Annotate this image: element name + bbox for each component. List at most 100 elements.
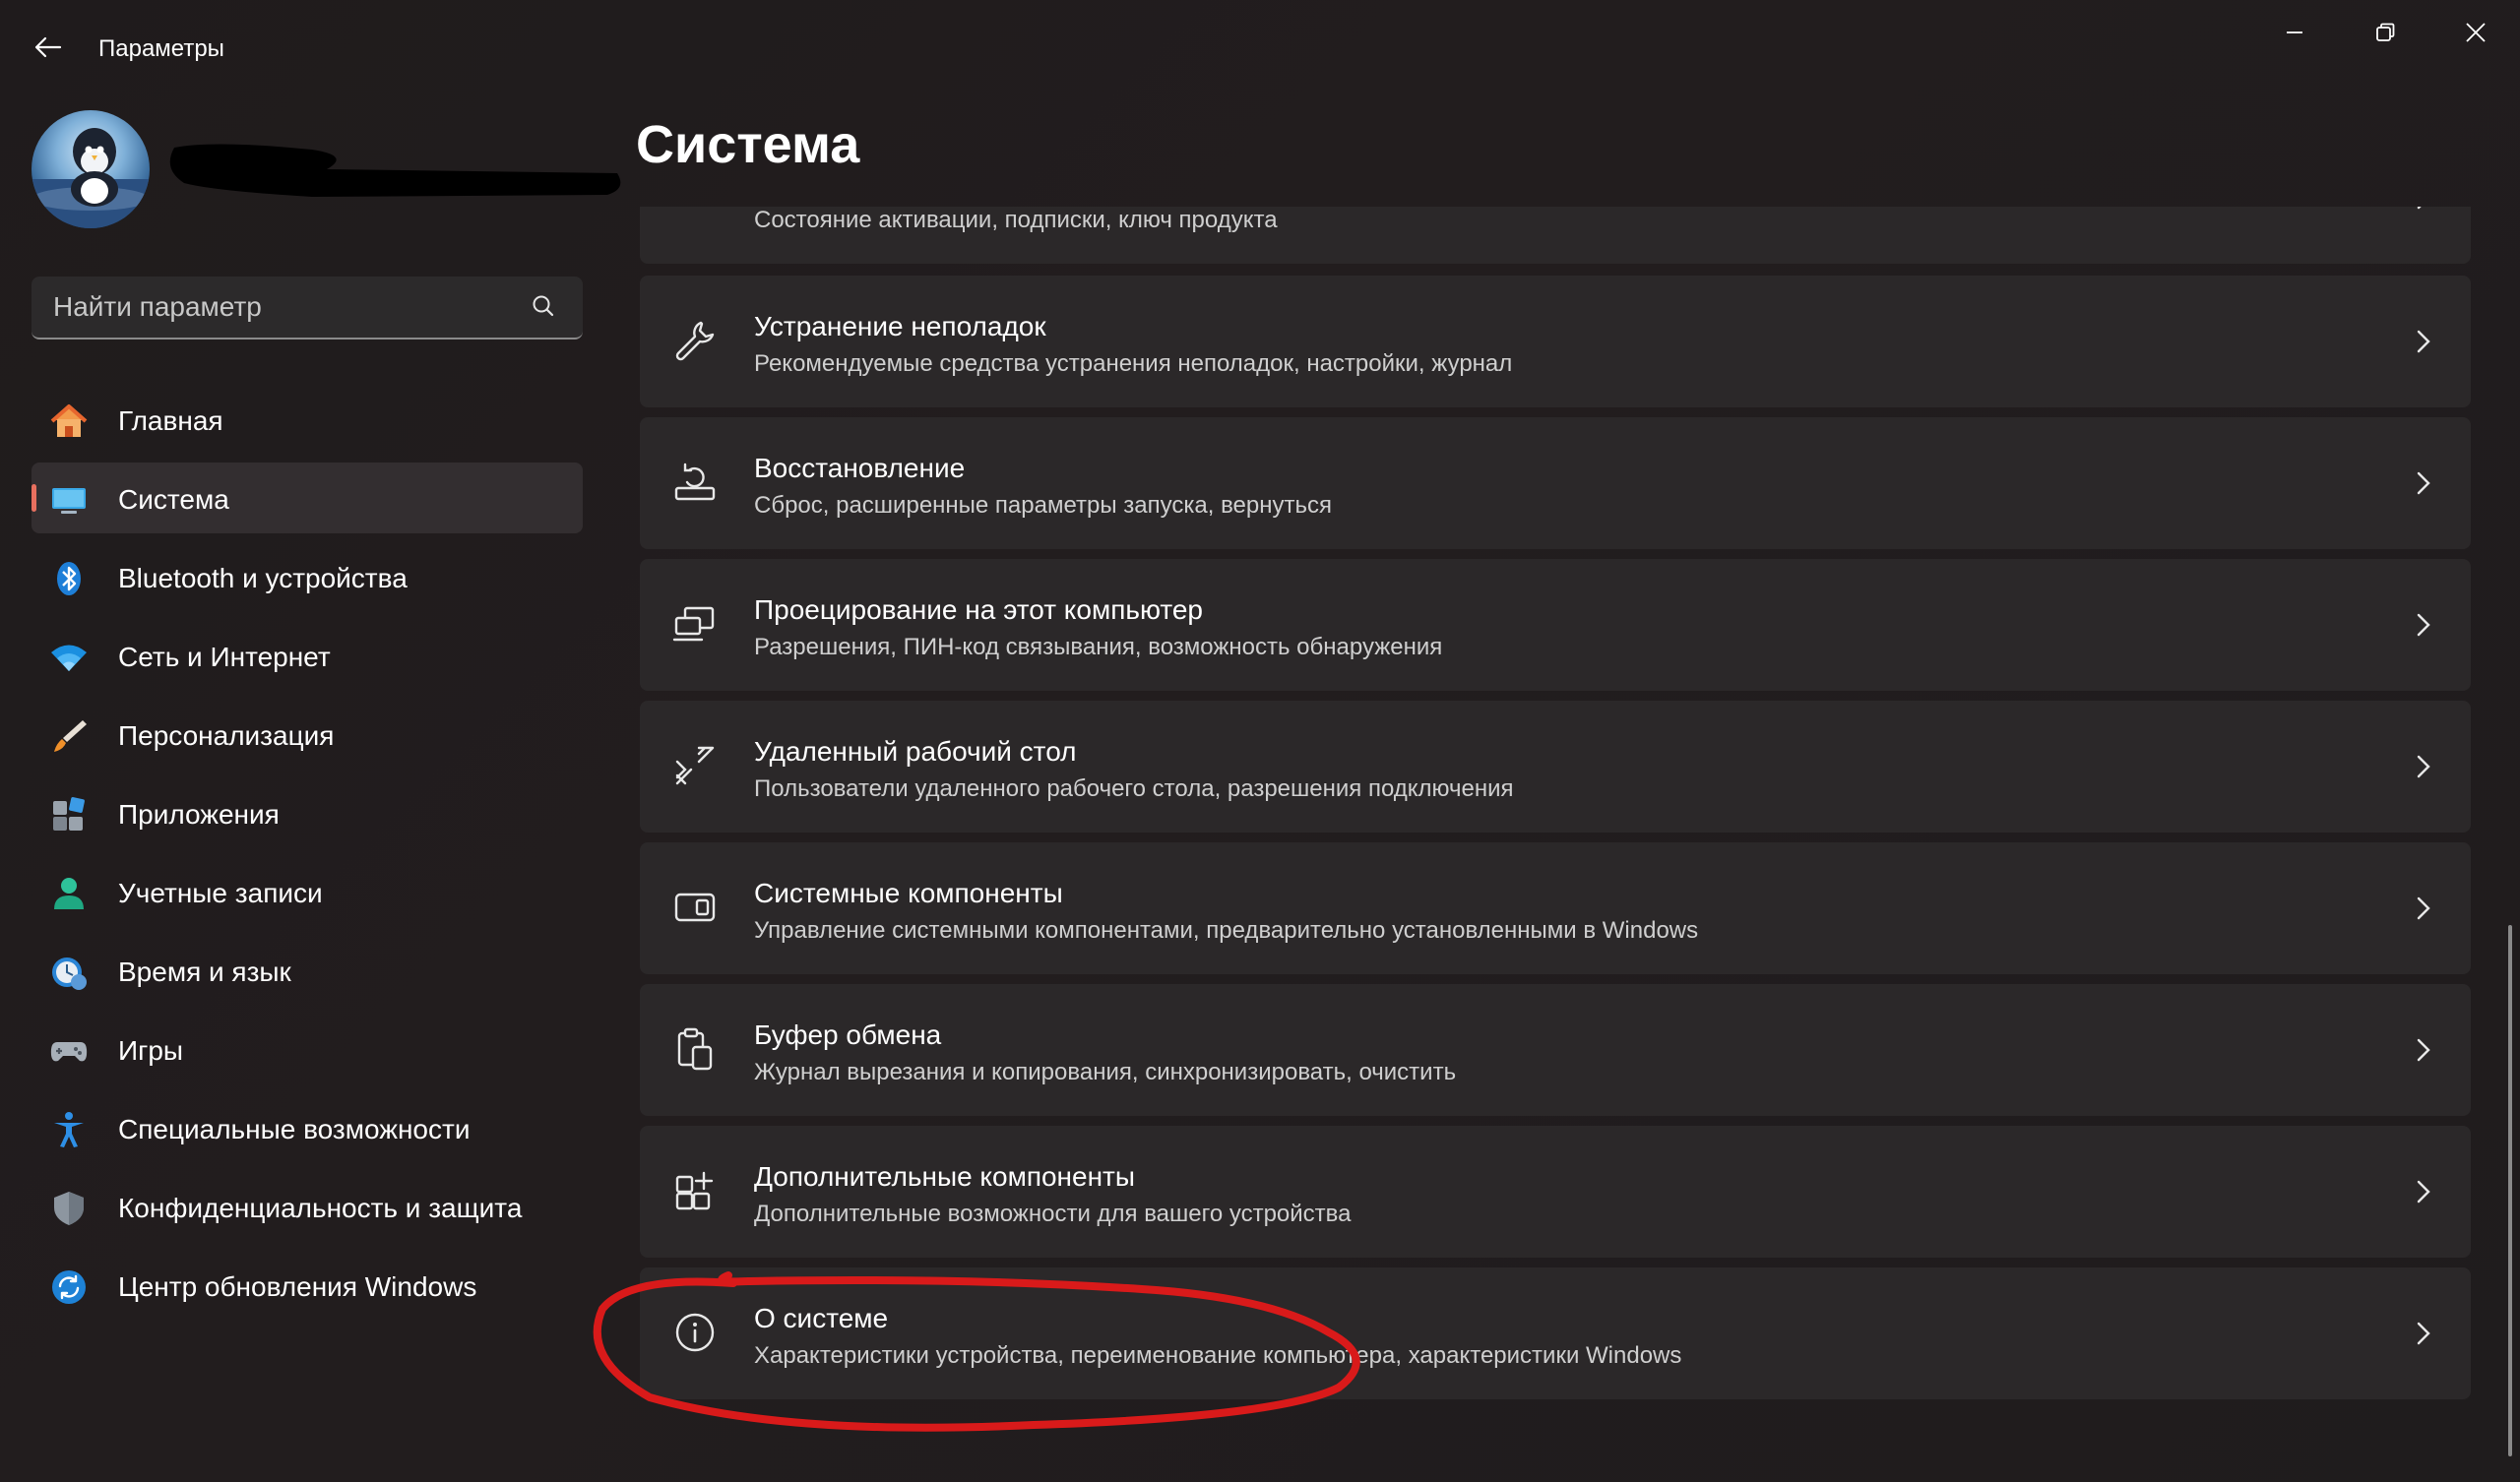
avatar[interactable]: [32, 110, 150, 228]
card-title: Дополнительные компоненты: [754, 1161, 1135, 1192]
card-clipboard[interactable]: Буфер обмена Журнал вырезания и копирова…: [640, 984, 2471, 1116]
chevron-right-icon: [2412, 1175, 2435, 1208]
optional-features-icon: [671, 1167, 719, 1214]
sidebar-item-privacy[interactable]: Конфиденциальность и защита: [32, 1171, 583, 1242]
system-icon: [49, 480, 89, 520]
search-icon[interactable]: [529, 292, 558, 322]
sidebar-item-label: Система: [118, 484, 229, 515]
search-input[interactable]: [53, 277, 516, 338]
sidebar-item-accounts[interactable]: Учетные записи: [32, 856, 583, 927]
card-remote-desktop[interactable]: Удаленный рабочий стол Пользователи удал…: [640, 701, 2471, 833]
chevron-right-icon: [2412, 608, 2435, 642]
card-subtitle: Пользователи удаленного рабочего стола, …: [754, 775, 1514, 802]
card-subtitle: Рекомендуемые средства устранения непола…: [754, 350, 1513, 377]
title-bar: Параметры: [0, 0, 2520, 94]
card-subtitle: Журнал вырезания и копирования, синхрони…: [754, 1059, 1457, 1085]
user-profile[interactable]: [32, 110, 621, 232]
card-subtitle: Разрешения, ПИН-код связывания, возможно…: [754, 634, 1443, 660]
recovery-icon: [671, 459, 719, 506]
home-icon: [49, 401, 89, 441]
card-subtitle: Управление системными компонентами, пред…: [754, 917, 1699, 944]
chevron-right-icon: [2412, 466, 2435, 500]
sidebar-item-system[interactable]: Система: [32, 463, 583, 533]
redacted-username: [155, 140, 622, 209]
settings-search[interactable]: [32, 277, 583, 340]
card-title: Проецирование на этот компьютер: [754, 594, 1203, 625]
chevron-right-icon: [2412, 1317, 2435, 1350]
clipboard-icon: [671, 1025, 719, 1073]
card-projection[interactable]: Проецирование на этот компьютер Разрешен…: [640, 559, 2471, 691]
sidebar-item-accessibility[interactable]: Специальные возможности: [32, 1092, 583, 1163]
sidebar-item-label: Центр обновления Windows: [118, 1271, 477, 1302]
activation-icon: [671, 207, 719, 211]
settings-list: Состояние активации, подписки, ключ прод…: [640, 207, 2471, 1482]
chevron-right-icon: [2412, 750, 2435, 783]
system-components-icon: [671, 884, 719, 931]
sidebar-item-label: Сеть и Интернет: [118, 642, 331, 672]
sidebar-item-label: Игры: [118, 1035, 184, 1066]
minimize-icon: [2287, 31, 2302, 33]
arrow-left-icon: [34, 36, 62, 58]
card-title: Удаленный рабочий стол: [754, 736, 1077, 767]
card-troubleshoot[interactable]: Устранение неполадок Рекомендуемые средс…: [640, 276, 2471, 407]
sidebar-item-network[interactable]: Сеть и Интернет: [32, 620, 583, 691]
bluetooth-icon: [49, 559, 89, 598]
sidebar-item-bluetooth[interactable]: Bluetooth и устройства: [32, 541, 583, 612]
chevron-right-icon: [2412, 892, 2435, 925]
sidebar-item-apps[interactable]: Приложения: [32, 777, 583, 848]
card-subtitle: Дополнительные возможности для вашего ус…: [754, 1201, 1352, 1227]
info-icon: [671, 1309, 719, 1356]
sidebar-item-time-language[interactable]: Время и язык: [32, 935, 583, 1006]
sidebar-item-label: Время и язык: [118, 957, 291, 987]
active-indicator: [32, 484, 36, 512]
chevron-right-icon: [2412, 1033, 2435, 1067]
sidebar-item-personalization[interactable]: Персонализация: [32, 699, 583, 770]
sidebar-nav: Главная Система Bluetooth и устройства С…: [32, 384, 583, 1328]
card-recovery[interactable]: Восстановление Сброс, расширенные параме…: [640, 417, 2471, 549]
card-title: Восстановление: [754, 453, 966, 483]
brush-icon: [49, 716, 89, 756]
sidebar-item-label: Персонализация: [118, 720, 335, 751]
shield-icon: [49, 1189, 89, 1228]
wifi-icon: [49, 638, 89, 677]
update-icon: [49, 1267, 89, 1307]
remote-desktop-icon: [671, 742, 719, 789]
card-about[interactable]: О системе Характеристики устройства, пер…: [640, 1267, 2471, 1399]
apps-icon: [49, 795, 89, 834]
sidebar-item-label: Приложения: [118, 799, 280, 830]
gamepad-icon: [49, 1031, 89, 1071]
redaction-scribble: [169, 144, 621, 197]
card-title: О системе: [754, 1303, 889, 1333]
card-optional-features[interactable]: Дополнительные компоненты Дополнительные…: [640, 1126, 2471, 1258]
card-subtitle: Состояние активации, подписки, ключ прод…: [754, 207, 1278, 233]
projection-icon: [671, 600, 719, 648]
app-title: Параметры: [98, 35, 224, 62]
close-button[interactable]: [2431, 10, 2520, 55]
sidebar-item-label: Учетные записи: [118, 878, 323, 908]
sidebar-item-label: Главная: [118, 405, 223, 436]
sidebar-item-home[interactable]: Главная: [32, 384, 583, 455]
card-subtitle: Характеристики устройства, переименовани…: [754, 1342, 1682, 1369]
restore-button[interactable]: [2341, 10, 2429, 55]
time-language-icon: [49, 953, 89, 992]
chevron-right-icon: [2412, 325, 2435, 358]
wrench-icon: [671, 317, 719, 364]
sidebar-item-label: Конфиденциальность и защита: [118, 1193, 523, 1223]
minimize-button[interactable]: [2250, 10, 2339, 55]
close-icon: [2466, 23, 2486, 42]
card-activation[interactable]: Состояние активации, подписки, ключ прод…: [640, 207, 2471, 264]
sidebar-item-windows-update[interactable]: Центр обновления Windows: [32, 1250, 583, 1321]
card-subtitle: Сброс, расширенные параметры запуска, ве…: [754, 492, 1332, 519]
penguin-avatar-icon: [32, 128, 150, 228]
restore-icon: [2376, 23, 2395, 41]
sidebar-item-label: Bluetooth и устройства: [118, 563, 408, 593]
accessibility-icon: [49, 1110, 89, 1149]
account-icon: [49, 874, 89, 913]
sidebar-item-label: Специальные возможности: [118, 1114, 471, 1144]
card-title: Устранение неполадок: [754, 311, 1046, 341]
sidebar-item-gaming[interactable]: Игры: [32, 1014, 583, 1084]
card-system-components[interactable]: Системные компоненты Управление системны…: [640, 842, 2471, 974]
back-button[interactable]: [24, 28, 71, 67]
settings-window: Параметры Найти параметр Главная Система…: [0, 0, 2520, 1482]
scrollbar-thumb[interactable]: [2508, 925, 2512, 1456]
